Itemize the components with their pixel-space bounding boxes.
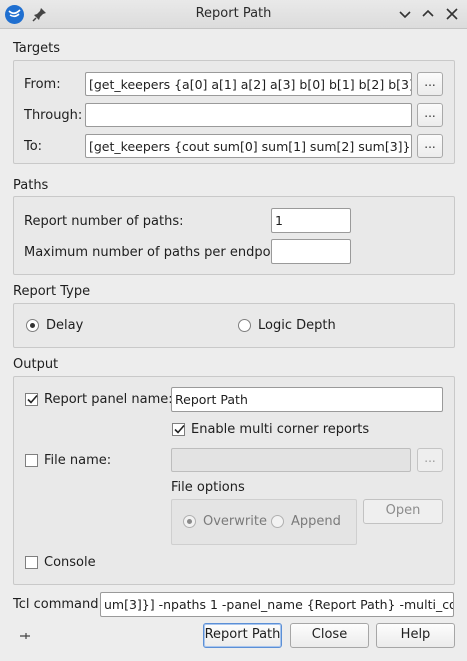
output-panel: Report panel name: Report Path Enable mu… [13,376,455,585]
delay-label[interactable]: Delay [46,318,83,333]
max-paths-input[interactable] [271,239,351,264]
checkmark-icon [27,394,38,404]
from-input[interactable]: [get_keepers {a[0] a[1] a[2] a[3] b[0] b… [85,72,412,96]
radio-selected-dot [187,519,192,524]
file-options-label: File options [171,480,245,495]
panel-name-label[interactable]: Report panel name: [44,392,173,407]
overwrite-radio[interactable] [183,515,196,528]
paths-section-label: Paths [13,178,49,193]
paths-panel: Report number of paths: 1 Maximum number… [13,196,455,275]
output-section-label: Output [13,357,59,372]
to-browse-button[interactable]: ... [417,134,443,158]
append-label[interactable]: Append [291,514,341,529]
panel-name-checkbox[interactable] [25,393,38,406]
max-paths-label: Maximum number of paths per endpoint: [24,245,292,260]
logic-depth-label[interactable]: Logic Depth [258,318,336,333]
console-checkbox[interactable] [25,556,38,569]
tcl-command-label: Tcl command: [13,597,103,612]
open-button[interactable]: Open [363,499,443,524]
append-radio[interactable] [271,515,284,528]
to-input[interactable]: [get_keepers {cout sum[0] sum[1] sum[2] … [85,134,412,158]
multi-corner-checkbox[interactable] [172,423,185,436]
from-browse-button[interactable]: ... [417,72,443,96]
report-type-section-label: Report Type [13,284,91,299]
help-button[interactable]: Help [376,623,455,648]
from-label: From: [24,77,61,92]
multi-corner-label[interactable]: Enable multi corner reports [191,422,369,437]
report-type-panel: Delay Logic Depth [13,303,455,348]
file-options-box: Overwrite Append [171,499,357,545]
file-name-checkbox[interactable] [25,454,38,467]
chevron-up-icon[interactable] [419,5,437,23]
radio-selected-dot [30,323,35,328]
close-icon[interactable] [443,5,461,23]
targets-panel: From: [get_keepers {a[0] a[1] a[2] a[3] … [13,60,455,164]
through-browse-button[interactable]: ... [417,103,443,127]
panel-name-input[interactable]: Report Path [171,387,443,412]
overwrite-label[interactable]: Overwrite [203,514,267,529]
console-label[interactable]: Console [44,555,96,570]
through-label: Through: [24,108,83,123]
close-button[interactable]: Close [290,623,369,648]
through-input[interactable] [85,103,412,127]
num-paths-input[interactable]: 1 [271,208,351,233]
targets-section-label: Targets [13,41,60,56]
logic-depth-radio[interactable] [238,319,251,332]
file-name-input[interactable] [171,448,411,472]
title-bar[interactable]: Report Path [0,0,467,29]
delay-radio[interactable] [26,319,39,332]
tcl-command-input[interactable]: um[3]}] -npaths 1 -panel_name {Report Pa… [100,592,454,617]
to-label: To: [24,139,43,154]
num-paths-label: Report number of paths: [24,214,184,229]
checkmark-icon [174,424,185,434]
resize-grip-icon[interactable] [18,629,32,643]
file-name-label[interactable]: File name: [44,453,111,468]
report-path-button[interactable]: Report Path [203,623,282,648]
chevron-down-icon[interactable] [396,5,414,23]
file-name-browse-button[interactable]: ... [417,448,443,472]
